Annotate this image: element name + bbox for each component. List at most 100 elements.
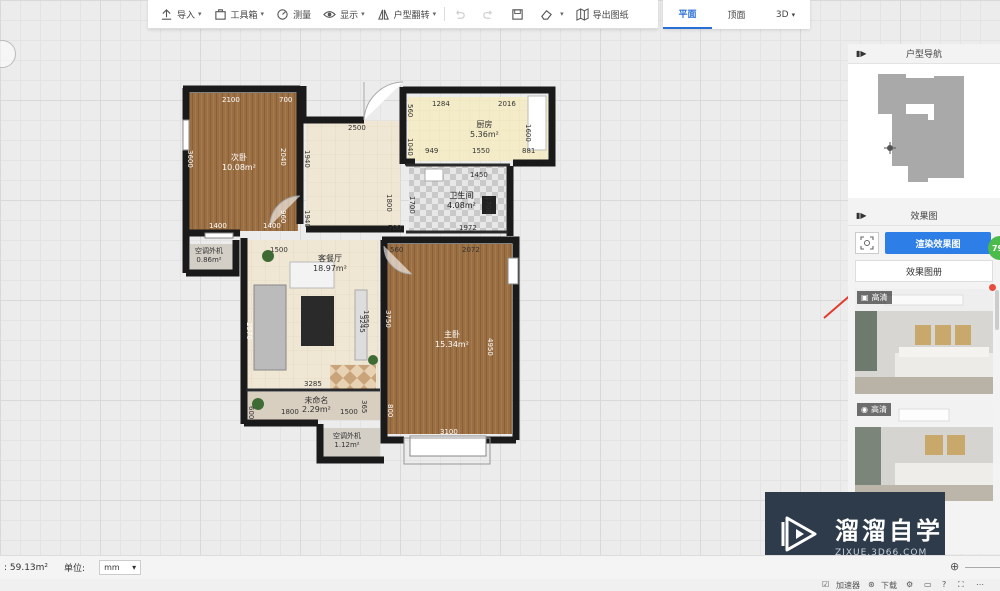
- window: [507, 257, 519, 285]
- plant: [368, 355, 378, 365]
- accelerator-label[interactable]: 加速器: [836, 580, 860, 591]
- logo-text: 溜溜自学 ZIXUE.3D66.COM: [835, 511, 943, 558]
- dimension-label: 3245: [358, 315, 366, 333]
- dimension-label: 3600: [186, 150, 194, 168]
- room-area: 10.08m²: [222, 163, 256, 172]
- room-area: 0.86m²: [196, 256, 222, 264]
- help-icon[interactable]: ?: [942, 580, 946, 589]
- hd-badge-label: 高清: [870, 405, 887, 414]
- render-thumbnail[interactable]: ◉ 高清: [855, 401, 993, 501]
- room-name: 空调外机: [333, 432, 361, 440]
- navigator-minimap: [878, 74, 964, 182]
- dimension-label: 960: [279, 210, 287, 224]
- image-icon: ▣: [861, 293, 869, 302]
- hd-badge-label: 高清: [871, 293, 888, 302]
- room-label-master-bedroom: 主卧 15.34m²: [435, 330, 469, 350]
- dimension-label: 3285: [304, 380, 322, 388]
- dimension-label: 1972: [459, 224, 477, 232]
- hd-badge: ◉ 高清: [857, 403, 891, 416]
- dimension-label: 1500: [270, 246, 288, 254]
- effect-panel-header: ▮▶ 效果图: [848, 206, 1000, 226]
- room-label-kitchen: 厨房 5.36m²: [470, 120, 499, 140]
- collapse-icon[interactable]: ▮▶: [856, 49, 867, 58]
- dimension-label: 2570: [245, 322, 253, 340]
- zoom-slider[interactable]: [965, 567, 1000, 568]
- dimension-label: 1450: [470, 171, 488, 179]
- fullscreen-icon[interactable]: ⛶: [958, 580, 964, 590]
- dimension-label: 2040: [279, 148, 287, 166]
- dimension-label: 365: [360, 400, 368, 414]
- download-icon[interactable]: ⊛: [868, 580, 875, 589]
- nav-panel-title: 户型导航: [905, 50, 942, 60]
- room-area: 18.97m²: [313, 264, 347, 273]
- chevron-down-icon: ▾: [132, 563, 137, 572]
- dimension-label: 881: [522, 147, 536, 155]
- room-area: 4.08m²: [447, 201, 476, 210]
- dimension-label: 1940: [303, 150, 311, 168]
- effect-album-button[interactable]: 效果图册: [855, 260, 993, 282]
- dimension-label: 949: [425, 147, 439, 155]
- dimension-label: 3100: [440, 428, 458, 436]
- camera-icon: ◉: [861, 405, 868, 414]
- dimension-label: 800: [386, 404, 394, 418]
- dimension-label: 3750: [384, 310, 392, 328]
- sofa: [253, 284, 287, 371]
- dimension-label: 1400: [209, 222, 227, 230]
- living-room-render-image: [855, 289, 993, 394]
- dimension-label: 1940: [303, 210, 311, 228]
- right-panel: ▮▶ 户型导航 ▮▶ 效果图 渲染效果图 效果图册 ▣ 高清 ◉ 高清: [848, 44, 1000, 554]
- room-label-living: 客餐厅 18.97m²: [313, 254, 347, 274]
- dimension-label: 1800: [281, 408, 299, 416]
- bottom-bar: ☑ 加速器 ⊛ 下载 ⚙ ▭ ? ⛶ ⋯: [0, 579, 1000, 591]
- settings-icon[interactable]: ⚙: [906, 580, 913, 589]
- effect-panel-title: 效果图: [910, 212, 938, 222]
- total-area: : 59.13m²: [4, 562, 49, 573]
- dimension-label: 1040: [406, 138, 414, 156]
- more-icon[interactable]: ⋯: [976, 580, 984, 589]
- camera-button[interactable]: [855, 232, 879, 254]
- room-name: 空调外机: [195, 247, 223, 255]
- dimension-label: 2100: [222, 96, 240, 104]
- dimension-label: 700: [279, 96, 293, 104]
- room-name: 厨房: [476, 120, 493, 129]
- unit-value: mm: [104, 563, 120, 572]
- bath-cabinet: [424, 168, 444, 182]
- coffee-table: [301, 296, 334, 346]
- dimension-label: 1700: [408, 196, 416, 214]
- accelerator-icon[interactable]: ☑: [822, 580, 829, 589]
- status-bar: : 59.13m² 单位: mm ▾: [0, 555, 1000, 579]
- living-carpet: [330, 365, 376, 390]
- dimension-label: 1800: [385, 194, 393, 212]
- room-name: 次卧: [230, 153, 247, 162]
- panel-scrollbar[interactable]: [995, 290, 999, 330]
- room-label-ac-unit: 空调外机 0.86m²: [195, 247, 223, 265]
- logo-title: 溜溜自学: [835, 516, 943, 545]
- download-label[interactable]: 下载: [881, 580, 897, 591]
- zoom-in-icon[interactable]: ⊕: [950, 560, 959, 573]
- render-effect-button[interactable]: 渲染效果图: [885, 232, 991, 254]
- dimension-label: 560: [390, 246, 404, 254]
- camera-icon: [860, 236, 874, 250]
- screen-icon[interactable]: ▭: [924, 580, 932, 589]
- unit-label: 单位:: [64, 564, 86, 574]
- render-thumbnail[interactable]: ▣ 高清: [855, 289, 993, 394]
- room-area: 1.12m²: [334, 441, 360, 449]
- room-label-secondary-bedroom: 次卧 10.08m²: [222, 153, 256, 173]
- nav-panel-header: ▮▶ 户型导航: [848, 44, 1000, 64]
- unit-select[interactable]: mm ▾: [99, 560, 142, 575]
- window: [204, 232, 234, 239]
- dimension-label: 4950: [486, 338, 494, 356]
- play-logo-icon: [781, 516, 817, 552]
- dimension-label: 560: [406, 104, 414, 118]
- dimension-label: 1500: [340, 408, 358, 416]
- render-row: 渲染效果图: [848, 226, 1000, 254]
- room-area: 2.29m²: [302, 405, 331, 414]
- dimension-label: 1550: [472, 147, 490, 155]
- dimension-label: 600: [247, 406, 255, 420]
- room-name: 未命名: [304, 396, 329, 405]
- dimension-label: 1284: [432, 100, 450, 108]
- hd-badge: ▣ 高清: [857, 291, 892, 304]
- room-label-ac-unit-2: 空调外机 1.12m²: [333, 432, 361, 450]
- collapse-icon[interactable]: ▮▶: [856, 211, 867, 220]
- floorplan-navigator[interactable]: [848, 64, 1000, 198]
